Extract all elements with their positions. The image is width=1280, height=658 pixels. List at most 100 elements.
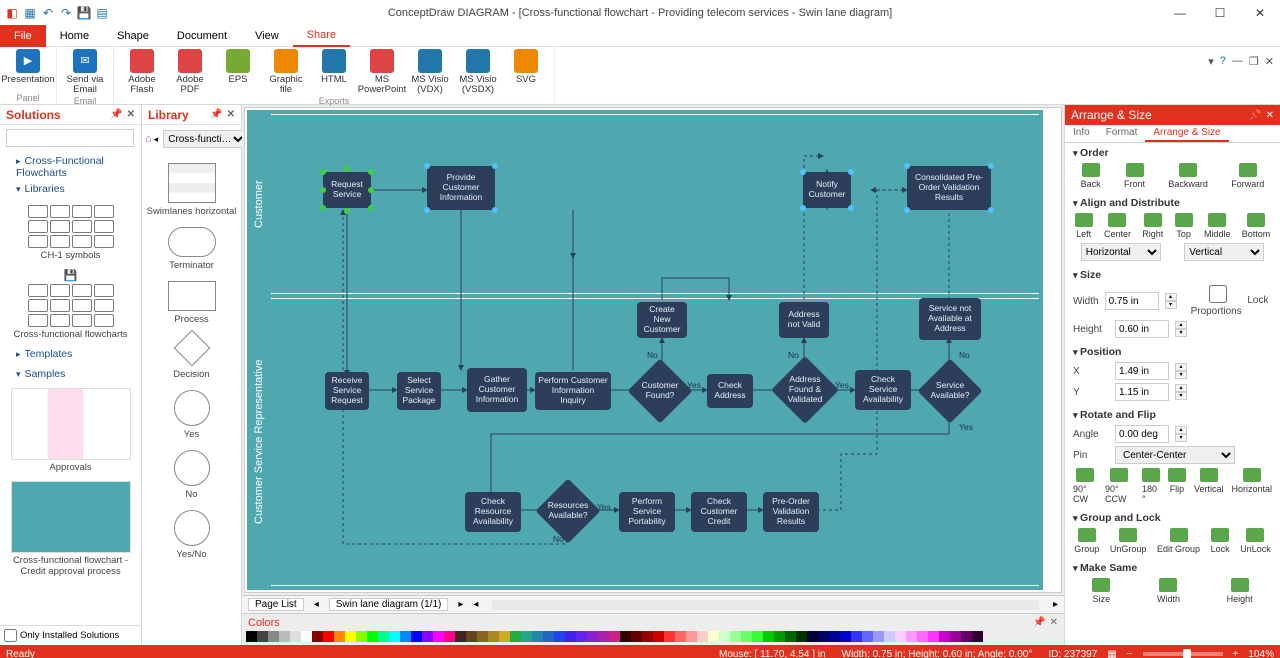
tab-home[interactable]: Home bbox=[46, 25, 103, 47]
library-shape[interactable]: Yes/No bbox=[146, 510, 237, 560]
qat-save-icon[interactable]: 💾 bbox=[76, 5, 92, 21]
panel-close-icon[interactable]: ✕ bbox=[1266, 110, 1274, 121]
zoom-in-icon[interactable]: + bbox=[1233, 649, 1239, 658]
color-swatch[interactable] bbox=[334, 631, 345, 642]
node-gather-info[interactable]: Gather Customer Information bbox=[467, 368, 527, 412]
page-list-button[interactable]: Page List bbox=[248, 598, 304, 611]
ribbon-export-button[interactable]: HTML bbox=[312, 49, 356, 96]
ribbon-presentation-button[interactable]: ▶Presentation bbox=[6, 49, 50, 85]
pin-icon[interactable]: 📌 bbox=[110, 109, 122, 120]
arrange-tab-format[interactable]: Format bbox=[1098, 125, 1146, 142]
sample-thumb-approvals[interactable]: Approvals bbox=[6, 388, 136, 473]
color-swatch[interactable] bbox=[796, 631, 807, 642]
color-swatch[interactable] bbox=[873, 631, 884, 642]
height-spinner[interactable]: ▴▾ bbox=[1175, 321, 1187, 337]
color-swatch[interactable] bbox=[521, 631, 532, 642]
node-consolidated-results[interactable]: Consolidated Pre-Order Validation Result… bbox=[907, 166, 991, 210]
node-perform-inquiry[interactable]: Perform Customer Information Inquiry bbox=[535, 372, 611, 410]
tab-share[interactable]: Share bbox=[293, 25, 350, 47]
arrange-tab-info[interactable]: Info bbox=[1065, 125, 1098, 142]
color-swatch[interactable] bbox=[268, 631, 279, 642]
library-selector[interactable]: Cross-functi… bbox=[163, 130, 247, 148]
color-swatch[interactable] bbox=[631, 631, 642, 642]
makesame-button[interactable]: Width bbox=[1157, 578, 1180, 604]
panel-close-icon[interactable]: ✕ bbox=[1050, 617, 1058, 628]
color-swatch[interactable] bbox=[697, 631, 708, 642]
library-shape[interactable]: Terminator bbox=[146, 227, 237, 271]
color-swatch[interactable] bbox=[774, 631, 785, 642]
panel-close-icon[interactable]: ✕ bbox=[127, 109, 135, 120]
rotate-button[interactable]: Vertical bbox=[1194, 468, 1224, 504]
color-swatch[interactable] bbox=[950, 631, 961, 642]
ribbon-export-button[interactable]: MS Visio (VDX) bbox=[408, 49, 452, 96]
qat-redo-icon[interactable]: ↷ bbox=[58, 5, 74, 21]
ribbon-restore-icon[interactable]: ❐ bbox=[1249, 55, 1259, 68]
color-swatch[interactable] bbox=[400, 631, 411, 642]
group-button[interactable]: Edit Group bbox=[1157, 528, 1200, 554]
color-swatch[interactable] bbox=[499, 631, 510, 642]
ribbon-export-button[interactable]: Graphic file bbox=[264, 49, 308, 96]
status-grid-icon[interactable]: ▦ bbox=[1107, 649, 1116, 658]
node-service-portability[interactable]: Perform Service Portability bbox=[619, 492, 675, 532]
y-input[interactable] bbox=[1115, 383, 1169, 401]
group-button[interactable]: UnLock bbox=[1240, 528, 1271, 554]
ribbon-close-icon[interactable]: ✕ bbox=[1265, 55, 1274, 68]
ribbon-export-button[interactable]: SVG bbox=[504, 49, 548, 96]
order-button[interactable]: Front bbox=[1124, 163, 1145, 189]
node-check-resource[interactable]: Check Resource Availability bbox=[465, 492, 521, 532]
color-swatch[interactable] bbox=[323, 631, 334, 642]
node-preorder-results[interactable]: Pre-Order Validation Results bbox=[763, 492, 819, 532]
ribbon-min-icon[interactable]: — bbox=[1232, 55, 1243, 68]
color-swatch[interactable] bbox=[411, 631, 422, 642]
color-swatch[interactable] bbox=[719, 631, 730, 642]
tree-item-samples[interactable]: Samples bbox=[6, 366, 135, 382]
page-current[interactable]: Swin lane diagram (1/1) bbox=[329, 598, 449, 611]
color-swatch[interactable] bbox=[840, 631, 851, 642]
color-swatch[interactable] bbox=[367, 631, 378, 642]
distribute-h-select[interactable]: Horizontal bbox=[1081, 243, 1161, 261]
distribute-v-select[interactable]: Vertical bbox=[1184, 243, 1264, 261]
color-swatch[interactable] bbox=[598, 631, 609, 642]
tree-item-cross-functional[interactable]: Cross-Functional Flowcharts bbox=[6, 153, 135, 181]
maximize-icon[interactable]: ☐ bbox=[1200, 0, 1240, 25]
zoom-slider[interactable] bbox=[1143, 652, 1223, 656]
group-button[interactable]: UnGroup bbox=[1110, 528, 1147, 554]
color-swatch[interactable] bbox=[455, 631, 466, 642]
color-swatch[interactable] bbox=[884, 631, 895, 642]
node-provide-info[interactable]: Provide Customer Information bbox=[427, 166, 495, 210]
align-button[interactable]: Left bbox=[1075, 213, 1093, 239]
node-customer-found[interactable]: Customer Found? bbox=[637, 368, 683, 414]
color-swatch[interactable] bbox=[708, 631, 719, 642]
color-swatch[interactable] bbox=[576, 631, 587, 642]
color-swatch[interactable] bbox=[345, 631, 356, 642]
rotate-button[interactable]: 90° CW bbox=[1073, 468, 1097, 504]
color-swatch[interactable] bbox=[785, 631, 796, 642]
node-check-service[interactable]: Check Service Availability bbox=[855, 370, 911, 410]
align-button[interactable]: Bottom bbox=[1242, 213, 1271, 239]
node-create-customer[interactable]: Create New Customer bbox=[637, 302, 687, 338]
node-address-validated[interactable]: Address Found & Validated bbox=[781, 366, 829, 414]
node-notify-customer[interactable]: Notify Customer bbox=[803, 172, 851, 208]
color-swatch[interactable] bbox=[818, 631, 829, 642]
pin-icon[interactable]: 📌 bbox=[1033, 617, 1045, 628]
node-service-available[interactable]: Service Available? bbox=[927, 368, 973, 414]
node-address-invalid[interactable]: Address not Valid bbox=[779, 302, 829, 338]
color-swatch[interactable] bbox=[290, 631, 301, 642]
color-swatch[interactable] bbox=[664, 631, 675, 642]
solutions-search-input[interactable] bbox=[6, 129, 134, 147]
color-swatch[interactable] bbox=[444, 631, 455, 642]
qat-new-icon[interactable]: ▦ bbox=[22, 5, 38, 21]
color-swatch[interactable] bbox=[917, 631, 928, 642]
ribbon-collapse-icon[interactable]: ▾ bbox=[1208, 55, 1214, 68]
arrange-tab-arrange[interactable]: Arrange & Size bbox=[1145, 125, 1228, 142]
tree-item-libraries[interactable]: Libraries bbox=[6, 181, 135, 197]
only-installed-check[interactable] bbox=[4, 629, 17, 642]
group-button[interactable]: Group bbox=[1074, 528, 1099, 554]
group-button[interactable]: Lock bbox=[1211, 528, 1230, 554]
panel-close-icon[interactable]: ✕ bbox=[227, 109, 235, 120]
library-thumb-ch1[interactable]: CH-1 symbols bbox=[6, 203, 136, 261]
color-swatch[interactable] bbox=[433, 631, 444, 642]
node-check-credit[interactable]: Check Customer Credit bbox=[691, 492, 747, 532]
angle-input[interactable] bbox=[1115, 425, 1169, 443]
node-request-service[interactable]: Request Service bbox=[323, 172, 371, 208]
